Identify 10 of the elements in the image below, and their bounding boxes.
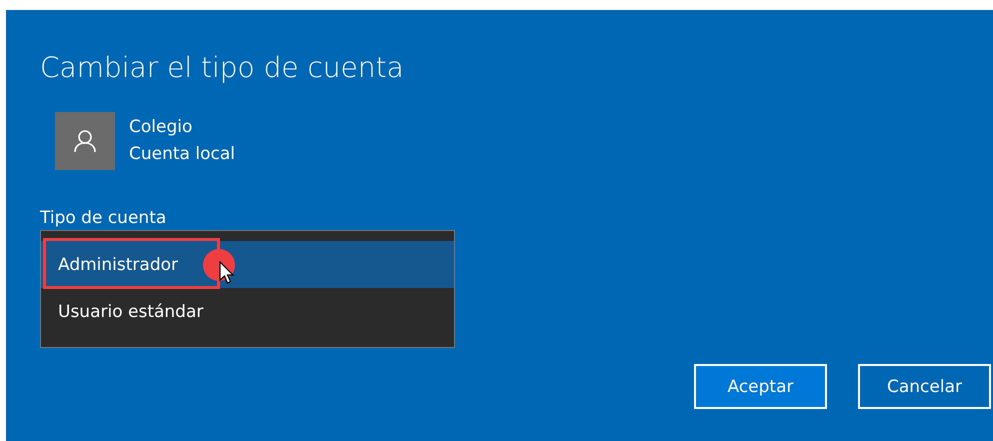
accept-button[interactable]: Aceptar — [694, 364, 827, 409]
field-label: Tipo de cuenta — [40, 208, 168, 228]
avatar-icon — [55, 112, 115, 170]
account-name: Colegio — [129, 116, 194, 139]
cancel-button[interactable]: Cancelar — [858, 364, 991, 409]
dialog-title: Cambiar el tipo de cuenta — [40, 50, 405, 86]
cursor-icon — [219, 261, 235, 285]
account-type: Cuenta local — [129, 143, 235, 166]
list-option[interactable]: Usuario estándar — [41, 288, 454, 335]
list-option[interactable]: Administrador — [41, 241, 454, 288]
